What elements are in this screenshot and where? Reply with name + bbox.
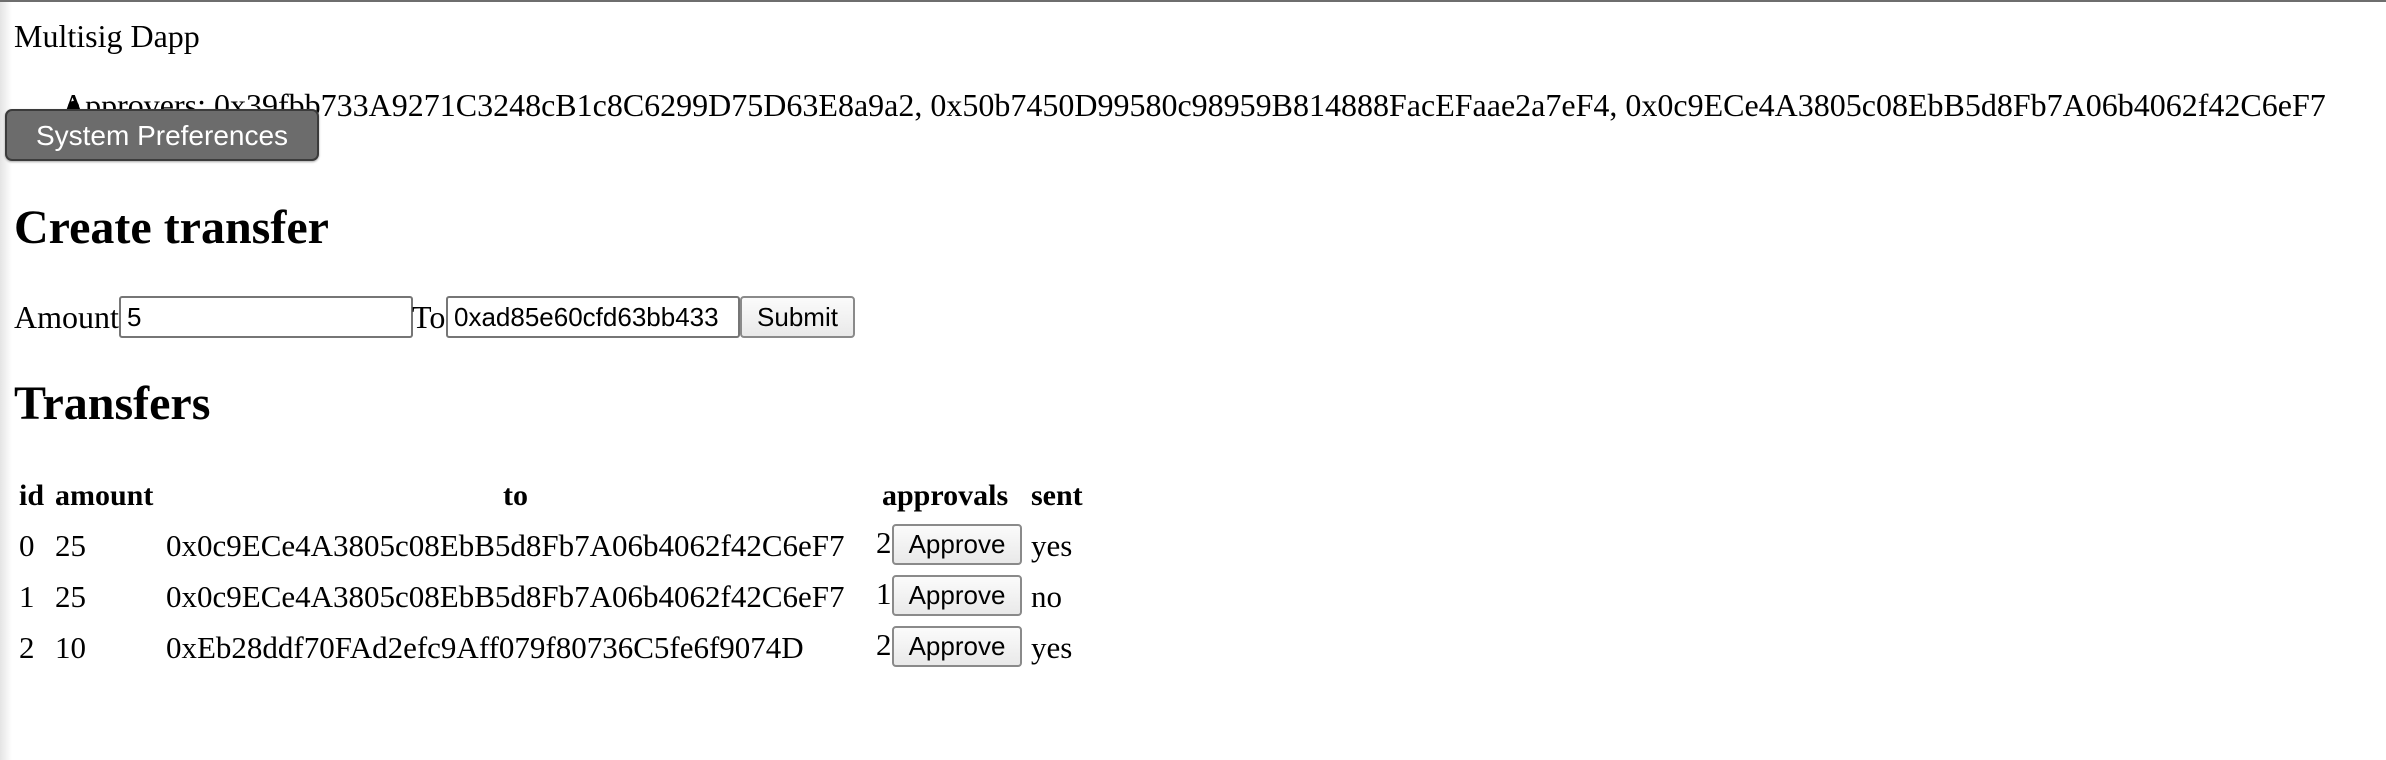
cell-id: 0 <box>19 528 35 563</box>
cell-approvals: 2 <box>876 627 892 662</box>
cell-amount: 25 <box>55 528 86 563</box>
cell-approvals: 2 <box>876 525 892 560</box>
column-header-to: to <box>503 479 528 512</box>
transfers-heading: Transfers <box>14 377 211 430</box>
window-top-border <box>0 0 2386 2</box>
submit-button[interactable]: Submit <box>740 296 855 338</box>
cell-amount: 25 <box>55 579 86 614</box>
column-header-id: id <box>19 479 45 512</box>
system-preferences-button[interactable]: System Preferences <box>5 109 319 161</box>
cell-approvals: 1 <box>876 576 892 611</box>
approve-button[interactable]: Approve <box>892 626 1022 667</box>
amount-input[interactable] <box>119 296 413 338</box>
cell-id: 2 <box>19 630 35 665</box>
column-header-approvals: approvals <box>882 479 1009 512</box>
cell-to-address: 0xEb28ddf70FAd2efc9Aff079f80736C5fe6f907… <box>166 630 804 665</box>
cell-sent: no <box>1031 579 1062 614</box>
cell-id: 1 <box>19 579 35 614</box>
create-transfer-heading: Create transfer <box>14 201 329 254</box>
cell-to-address: 0x0c9ECe4A3805c08EbB5d8Fb7A06b4062f42C6e… <box>166 579 845 614</box>
approvers-list-item: Approvers: 0x39fbb733A9271C3248cB1c8C629… <box>62 87 2326 123</box>
cell-to-address: 0x0c9ECe4A3805c08EbB5d8Fb7A06b4062f42C6e… <box>166 528 845 563</box>
cell-amount: 10 <box>55 630 86 665</box>
app-title: Multisig Dapp <box>14 18 200 54</box>
approve-button[interactable]: Approve <box>892 575 1022 616</box>
to-address-input[interactable] <box>446 296 740 338</box>
column-header-amount: amount <box>55 479 154 512</box>
amount-label: Amount <box>14 299 119 335</box>
cell-sent: yes <box>1031 528 1073 563</box>
cell-sent: yes <box>1031 630 1073 665</box>
column-header-sent: sent <box>1031 479 1083 512</box>
to-label: To <box>412 299 446 335</box>
approve-button[interactable]: Approve <box>892 524 1022 565</box>
